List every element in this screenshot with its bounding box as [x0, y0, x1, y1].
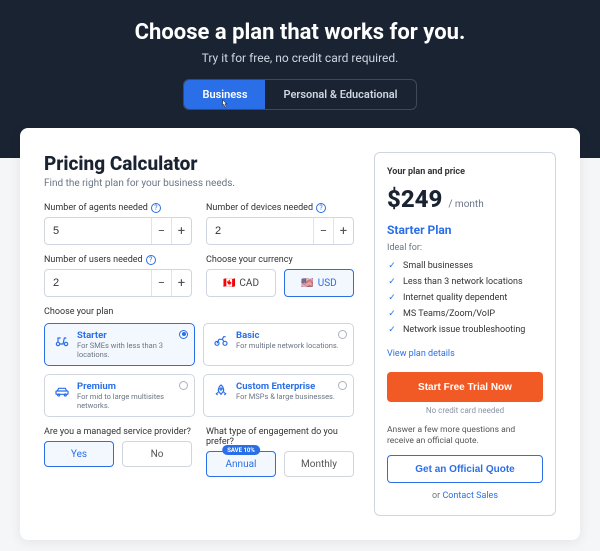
calc-heading: Pricing Calculator [44, 152, 354, 175]
users-stepper: − + [44, 269, 192, 297]
radio-icon [179, 330, 188, 339]
agents-plus[interactable]: + [171, 218, 191, 244]
users-plus[interactable]: + [171, 270, 191, 296]
currency-cad[interactable]: 🇨🇦 CAD [206, 269, 276, 297]
plan-premium[interactable]: Premium For mid to large multisites netw… [44, 374, 195, 417]
list-item: ✓Small businesses [387, 261, 543, 271]
scooter-icon [53, 331, 71, 349]
users-label: Number of users needed [44, 255, 143, 265]
plan-custom[interactable]: Custom Enterprise For MSPs & large busin… [203, 374, 354, 417]
calc-sub: Find the right plan for your business ne… [44, 178, 354, 189]
agents-stepper: − + [44, 217, 192, 245]
devices-plus[interactable]: + [333, 218, 353, 244]
tab-business[interactable]: Business [184, 80, 265, 109]
users-input[interactable] [45, 277, 151, 289]
list-item: ✓Internet quality dependent [387, 293, 543, 303]
info-icon[interactable]: ? [146, 255, 156, 265]
engage-annual[interactable]: SAVE 10% Annual [206, 451, 276, 477]
motorcycle-icon [212, 331, 230, 349]
car-icon [53, 382, 71, 400]
engage-label: What type of engagement do you prefer? [206, 427, 354, 447]
agents-minus[interactable]: − [151, 218, 171, 244]
tier-name: Starter Plan [387, 223, 543, 237]
summary-label: Your plan and price [387, 167, 543, 177]
engage-monthly[interactable]: Monthly [284, 451, 354, 477]
devices-input[interactable] [207, 225, 313, 237]
ideal-label: Ideal for: [387, 243, 543, 253]
check-icon: ✓ [387, 293, 397, 303]
agents-label: Number of agents needed [44, 203, 148, 213]
calculator-panel: Pricing Calculator Find the right plan f… [44, 152, 354, 516]
currency-label: Choose your currency [206, 255, 293, 265]
msp-no[interactable]: No [122, 441, 192, 467]
check-icon: ✓ [387, 261, 397, 271]
list-item: ✓MS Teams/Zoom/VoIP [387, 309, 543, 319]
no-cc-text: No credit card needed [387, 406, 543, 415]
check-icon: ✓ [387, 277, 397, 287]
start-trial-button[interactable]: Start Free Trial Now [387, 372, 543, 402]
plan-label: Choose your plan [44, 307, 113, 317]
price: $249 [387, 185, 442, 213]
feature-list: ✓Small businesses ✓Less than 3 network l… [387, 261, 543, 335]
msp-yes[interactable]: Yes [44, 441, 114, 467]
answer-text: Answer a few more questions and receive … [387, 425, 543, 447]
pricing-card: Pricing Calculator Find the right plan f… [20, 128, 580, 540]
save-badge: SAVE 10% [222, 445, 260, 455]
users-minus[interactable]: − [151, 270, 171, 296]
radio-icon [338, 381, 347, 390]
flag-ca-icon: 🇨🇦 [223, 278, 235, 289]
hero-title: Choose a plan that works for you. [0, 20, 600, 45]
or-text: or Contact Sales [387, 491, 543, 501]
info-icon[interactable]: ? [151, 203, 161, 213]
radio-icon [179, 381, 188, 390]
list-item: ✓Less than 3 network locations [387, 277, 543, 287]
agents-input[interactable] [45, 225, 151, 237]
check-icon: ✓ [387, 309, 397, 319]
get-quote-button[interactable]: Get an Official Quote [387, 455, 543, 483]
check-icon: ✓ [387, 325, 397, 335]
devices-minus[interactable]: − [313, 218, 333, 244]
devices-stepper: − + [206, 217, 354, 245]
flag-us-icon: 🇺🇸 [301, 278, 313, 289]
msp-label: Are you a managed service provider? [44, 427, 191, 437]
cursor-icon [218, 98, 232, 110]
audience-toggle: Business Personal & Educational [183, 79, 416, 110]
rocket-icon [212, 382, 230, 400]
radio-icon [338, 330, 347, 339]
price-per: / month [448, 199, 483, 210]
tab-personal[interactable]: Personal & Educational [265, 80, 415, 109]
summary-panel: Your plan and price $249 / month Starter… [374, 152, 556, 516]
info-icon[interactable]: ? [316, 203, 326, 213]
devices-label: Number of devices needed [206, 203, 313, 213]
hero-subtitle: Try it for free, no credit card required… [0, 51, 600, 65]
plan-details-link[interactable]: View plan details [387, 349, 455, 359]
plan-starter[interactable]: Starter For SMEs with less than 3 locati… [44, 323, 195, 366]
currency-usd[interactable]: 🇺🇸 USD [284, 269, 354, 297]
list-item: ✓Network issue troubleshooting [387, 325, 543, 335]
contact-sales-link[interactable]: Contact Sales [442, 491, 498, 501]
plan-basic[interactable]: Basic For multiple network locations. [203, 323, 354, 366]
